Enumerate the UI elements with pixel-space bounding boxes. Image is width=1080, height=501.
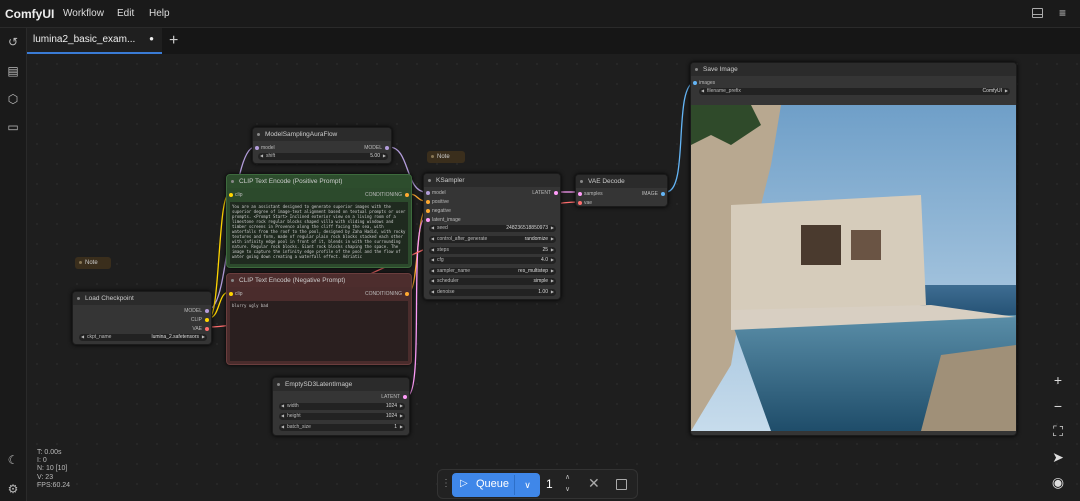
zoom-in-icon[interactable]: +: [1046, 369, 1070, 391]
input-latent-image-label: latent_image: [432, 217, 461, 223]
input-slot-dot[interactable]: [426, 200, 430, 204]
input-slot-dot[interactable]: [426, 218, 430, 222]
output-model-label: MODEL: [364, 145, 382, 151]
widget-width[interactable]: width1024: [279, 403, 405, 410]
input-slot-dot[interactable]: [426, 191, 430, 195]
node-clip-text-encode-positive[interactable]: CLIP Text Encode (Positive Prompt) clip …: [226, 174, 412, 268]
output-slot-dot[interactable]: [403, 395, 407, 399]
stat-v: V: 23: [37, 473, 54, 481]
input-model-label: model: [432, 190, 446, 196]
node-model-sampling-auraflow[interactable]: ModelSamplingAuraFlow model MODEL shift5…: [252, 127, 392, 164]
output-latent-label: LATENT: [532, 190, 551, 196]
widget-scheduler[interactable]: schedulersimple: [429, 278, 556, 285]
output-image-label: IMAGE: [641, 191, 658, 197]
output-model-label: MODEL: [184, 308, 202, 314]
widget-sampler-name[interactable]: sampler_nameres_multistep: [429, 268, 556, 275]
canvas-stats: T: 0.00s I: 0 N: 10 [10] V: 23 FPS:60.24: [37, 449, 70, 490]
output-vae-label: VAE: [192, 326, 202, 332]
prompt-textarea[interactable]: blurry ugly bad: [230, 301, 408, 361]
stat-nodes: N: 10 [10]: [37, 465, 68, 473]
widget-control-after-generate[interactable]: control_after_generaterandomize: [429, 236, 556, 243]
node-note[interactable]: Note: [427, 151, 465, 163]
widget-cfg[interactable]: cfg4.0: [429, 257, 556, 264]
node-clip-text-encode-negative[interactable]: CLIP Text Encode (Negative Prompt) clip …: [226, 273, 412, 365]
queue-button[interactable]: ▷ Queue ∨: [452, 473, 540, 497]
toggle-visibility-eye-icon[interactable]: ◉: [1046, 471, 1070, 493]
input-slot-dot[interactable]: [426, 209, 430, 213]
stat-i: I: 0: [37, 457, 47, 465]
output-latent-label: LATENT: [381, 394, 400, 400]
stat-time: T: 0.00s: [37, 449, 62, 456]
queue-mode-chevron-icon[interactable]: ∨: [514, 475, 540, 495]
node-title: CLIP Text Encode (Positive Prompt): [227, 175, 411, 188]
input-positive-label: positive: [432, 199, 449, 205]
node-title: VAE Decode: [576, 175, 667, 188]
node-title: EmptySD3LatentImage: [273, 378, 409, 391]
node-title: CLIP Text Encode (Negative Prompt): [227, 274, 411, 287]
output-slot-dot[interactable]: [385, 146, 389, 150]
input-clip-label: clip: [235, 192, 243, 198]
input-clip-label: clip: [235, 291, 243, 297]
output-slot-dot[interactable]: [405, 193, 409, 197]
widget-height[interactable]: height1024: [279, 413, 405, 420]
input-negative-label: negative: [432, 208, 451, 214]
input-slot-dot[interactable]: [255, 146, 259, 150]
node-empty-sd3-latent-image[interactable]: EmptySD3LatentImage LATENT width1024 hei…: [272, 377, 410, 436]
navigate-arrow-icon[interactable]: ➤: [1046, 446, 1070, 468]
widget-filename-prefix[interactable]: filename_prefixComfyUI: [699, 88, 1010, 95]
node-save-image[interactable]: Save Image images filename_prefixComfyUI: [690, 62, 1017, 436]
node-vae-decode[interactable]: VAE Decode samples vae IMAGE: [575, 174, 668, 207]
queue-toolbar: ⋮ ▷ Queue ∨ 1 ∧ ∨ ✕: [437, 469, 638, 499]
input-samples-label: samples: [584, 191, 603, 197]
widget-shift[interactable]: shift5.00: [258, 153, 388, 160]
drag-handle-icon[interactable]: ⋮: [441, 478, 451, 489]
input-vae-label: vae: [584, 200, 593, 206]
output-clip-label: CLIP: [190, 317, 202, 323]
node-title: ModelSamplingAuraFlow: [253, 128, 391, 141]
output-slot-dot[interactable]: [205, 327, 209, 331]
widget-steps[interactable]: steps25: [429, 247, 556, 254]
output-slot-dot[interactable]: [405, 292, 409, 296]
node-title: Load Checkpoint: [73, 292, 211, 305]
stat-fps: FPS:60.24: [37, 481, 71, 489]
input-slot-dot[interactable]: [693, 81, 697, 85]
widget-ckpt-name[interactable]: ckpt_namelumina_2.safetensors: [79, 334, 207, 341]
batch-count-input[interactable]: 1: [546, 477, 553, 491]
output-conditioning-label: CONDITIONING: [365, 192, 402, 198]
widget-seed[interactable]: seed248236518850973: [429, 225, 556, 232]
cancel-x-icon[interactable]: ✕: [588, 475, 600, 492]
queue-button-label: Queue: [476, 478, 510, 490]
input-model-label: model: [261, 145, 275, 151]
batch-stepper-icon[interactable]: ∧ ∨: [565, 472, 570, 496]
node-title: KSampler: [424, 174, 560, 187]
input-slot-dot[interactable]: [578, 192, 582, 196]
node-load-checkpoint[interactable]: Load Checkpoint MODEL CLIP VAE ckpt_name…: [72, 291, 212, 345]
fit-view-icon[interactable]: ⛶: [1046, 420, 1070, 442]
stop-square-icon[interactable]: [616, 479, 627, 490]
input-slot-dot[interactable]: [578, 201, 582, 205]
widget-batch-size[interactable]: batch_size1: [279, 424, 405, 431]
input-slot-dot[interactable]: [229, 292, 233, 296]
output-conditioning-label: CONDITIONING: [365, 291, 402, 297]
output-slot-dot[interactable]: [661, 192, 665, 196]
input-slot-dot[interactable]: [229, 193, 233, 197]
node-title: Save Image: [691, 63, 1016, 76]
generated-image-preview: [691, 105, 1016, 431]
output-slot-dot[interactable]: [554, 191, 558, 195]
widget-denoise[interactable]: denoise1.00: [429, 289, 556, 296]
node-ksampler[interactable]: KSampler LATENT model positive negative …: [423, 173, 561, 300]
play-icon: ▷: [460, 478, 468, 489]
input-images-label: images: [699, 80, 716, 86]
zoom-out-icon[interactable]: −: [1046, 395, 1070, 417]
node-note[interactable]: Note: [75, 257, 111, 269]
output-slot-dot[interactable]: [205, 309, 209, 313]
prompt-textarea[interactable]: You are an assistant designed to generat…: [230, 202, 408, 264]
output-slot-dot[interactable]: [205, 318, 209, 322]
